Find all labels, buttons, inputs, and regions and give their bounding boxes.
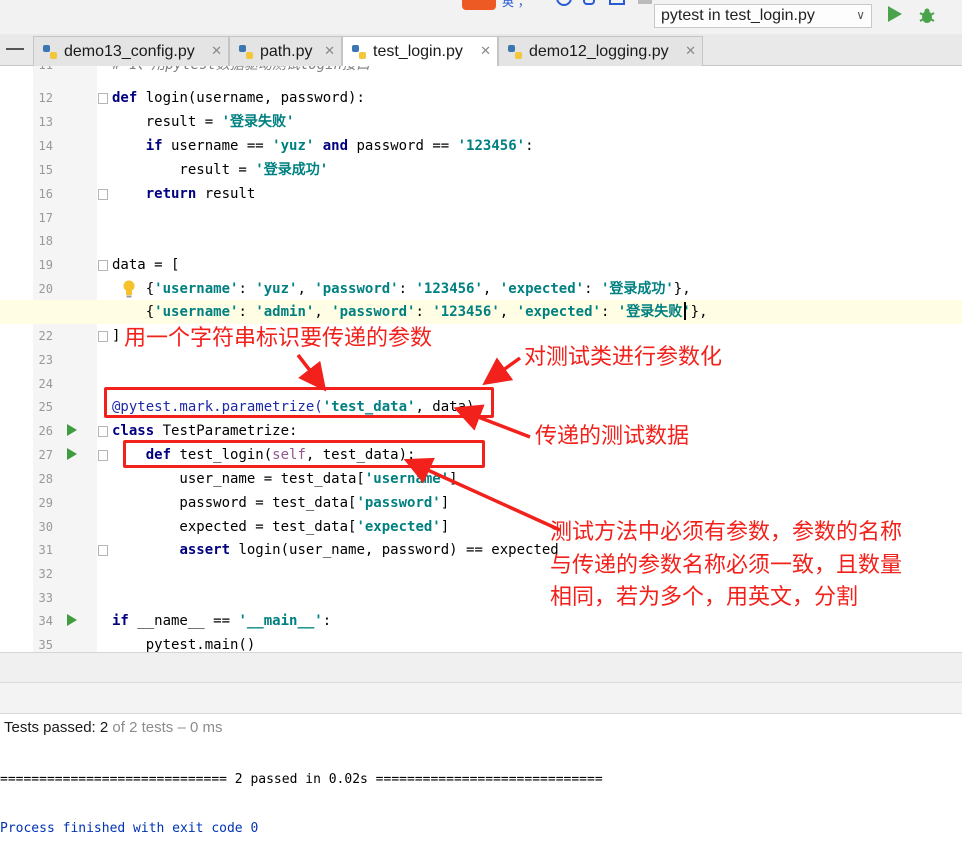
code-line: data = [: [112, 257, 180, 273]
annotation-method-note-2: 与传递的参数名称必须一致，且数量: [550, 553, 903, 578]
chevron-down-icon: ∨: [856, 8, 865, 22]
tab-label: path.py: [260, 42, 313, 60]
debug-icon[interactable]: [918, 7, 936, 25]
svg-text:英 ，: 英 ，: [502, 0, 530, 9]
line-number: 17: [38, 211, 53, 225]
tab-demo13-config[interactable]: demo13_config.py ✕: [33, 36, 229, 66]
run-console[interactable]: ============================= 2 passed i…: [0, 748, 962, 848]
tab-demo12-logging[interactable]: demo12_logging.py ✕: [498, 36, 703, 66]
python-file-icon: [43, 44, 57, 59]
code-line: return result: [145, 186, 256, 202]
annotation-method-note-1: 测试方法中必须有参数，参数的名称: [550, 520, 903, 545]
tab-test-login[interactable]: test_login.py ✕: [342, 36, 498, 67]
close-icon[interactable]: ✕: [211, 43, 222, 59]
console-exit-line: Process finished with exit code 0: [0, 821, 259, 836]
lightbulb-icon[interactable]: [122, 280, 136, 298]
line-number: 23: [38, 353, 53, 367]
text-cursor: [684, 302, 686, 320]
main-toolbar: 英 ， pytest in test_login.py ∨: [0, 0, 962, 34]
annotation-identify-params: 用一个字符串标识要传递的参数: [124, 326, 433, 351]
console-summary-line: ============================= 2 passed i…: [0, 772, 603, 787]
code-line: if username == 'yuz' and password == '12…: [145, 138, 534, 154]
run-main-icon[interactable]: [67, 614, 77, 626]
code-line-current: {'username': 'admin', 'password': '12345…: [0, 300, 962, 324]
tests-passed-label: Tests passed:: [4, 719, 96, 736]
panel-divider[interactable]: [0, 652, 962, 682]
tab-label: demo12_logging.py: [529, 42, 669, 60]
fold-marker-icon[interactable]: [98, 331, 108, 342]
annotation-parametrize-class: 对测试类进行参数化: [524, 345, 723, 370]
run-config-label: pytest in test_login.py: [661, 7, 815, 24]
parametrize-highlight-box: [104, 387, 494, 418]
tests-total-summary: of 2 tests – 0 ms: [112, 719, 223, 736]
code-line: user_name = test_data['username']: [112, 471, 458, 487]
run-test-icon[interactable]: [67, 424, 77, 436]
fold-marker-icon[interactable]: [98, 450, 108, 461]
run-panel-header: [0, 682, 962, 714]
tab-label: test_login.py: [373, 43, 463, 60]
python-file-icon: [352, 45, 366, 59]
editor-tab-bar: demo13_config.py ✕ path.py ✕ test_login.…: [0, 34, 962, 67]
annotation-test-data: 传递的测试数据: [535, 424, 690, 449]
tests-passed-count: 2: [99, 719, 109, 736]
ime-toolbar-icon: 英 ，: [462, 0, 652, 10]
python-file-icon: [508, 44, 522, 59]
annotation-method-note-3: 相同，若为多个，用英文，分割: [550, 585, 859, 610]
close-icon[interactable]: ✕: [480, 43, 491, 59]
tab-path[interactable]: path.py ✕: [229, 36, 342, 66]
fold-marker-icon[interactable]: [98, 260, 108, 271]
code-line: result = '登录失败': [112, 114, 295, 130]
code-line: def login(username, password):: [112, 90, 365, 106]
tab-menu-icon[interactable]: [6, 48, 24, 50]
line-number: 24: [38, 377, 53, 391]
fold-marker-icon[interactable]: [98, 426, 108, 437]
run-icon[interactable]: [888, 6, 902, 22]
test-method-highlight-box: [123, 440, 485, 468]
test-status: Tests passed: 2 of 2 tests – 0 ms: [4, 719, 222, 736]
code-line: pytest.main(): [112, 637, 256, 652]
code-line: # 1、用pytest数据驱动测试login接口: [0, 66, 962, 77]
line-number: 33: [38, 591, 53, 605]
line-number: 18: [38, 234, 53, 248]
code-line: result = '登录成功': [112, 162, 329, 178]
code-line: password = test_data['password']: [112, 495, 450, 511]
tab-label: demo13_config.py: [64, 42, 195, 60]
line-number: 32: [38, 567, 53, 581]
run-test-icon[interactable]: [67, 448, 77, 460]
close-icon[interactable]: ✕: [685, 43, 696, 59]
code-line: {'username': 'yuz', 'password': '123456'…: [145, 281, 691, 297]
run-configuration-selector[interactable]: pytest in test_login.py ∨: [654, 4, 872, 28]
fold-marker-icon[interactable]: [98, 93, 108, 104]
python-file-icon: [239, 44, 253, 59]
close-icon[interactable]: ✕: [324, 43, 335, 59]
fold-marker-icon[interactable]: [98, 189, 108, 200]
fold-marker-icon[interactable]: [98, 545, 108, 556]
